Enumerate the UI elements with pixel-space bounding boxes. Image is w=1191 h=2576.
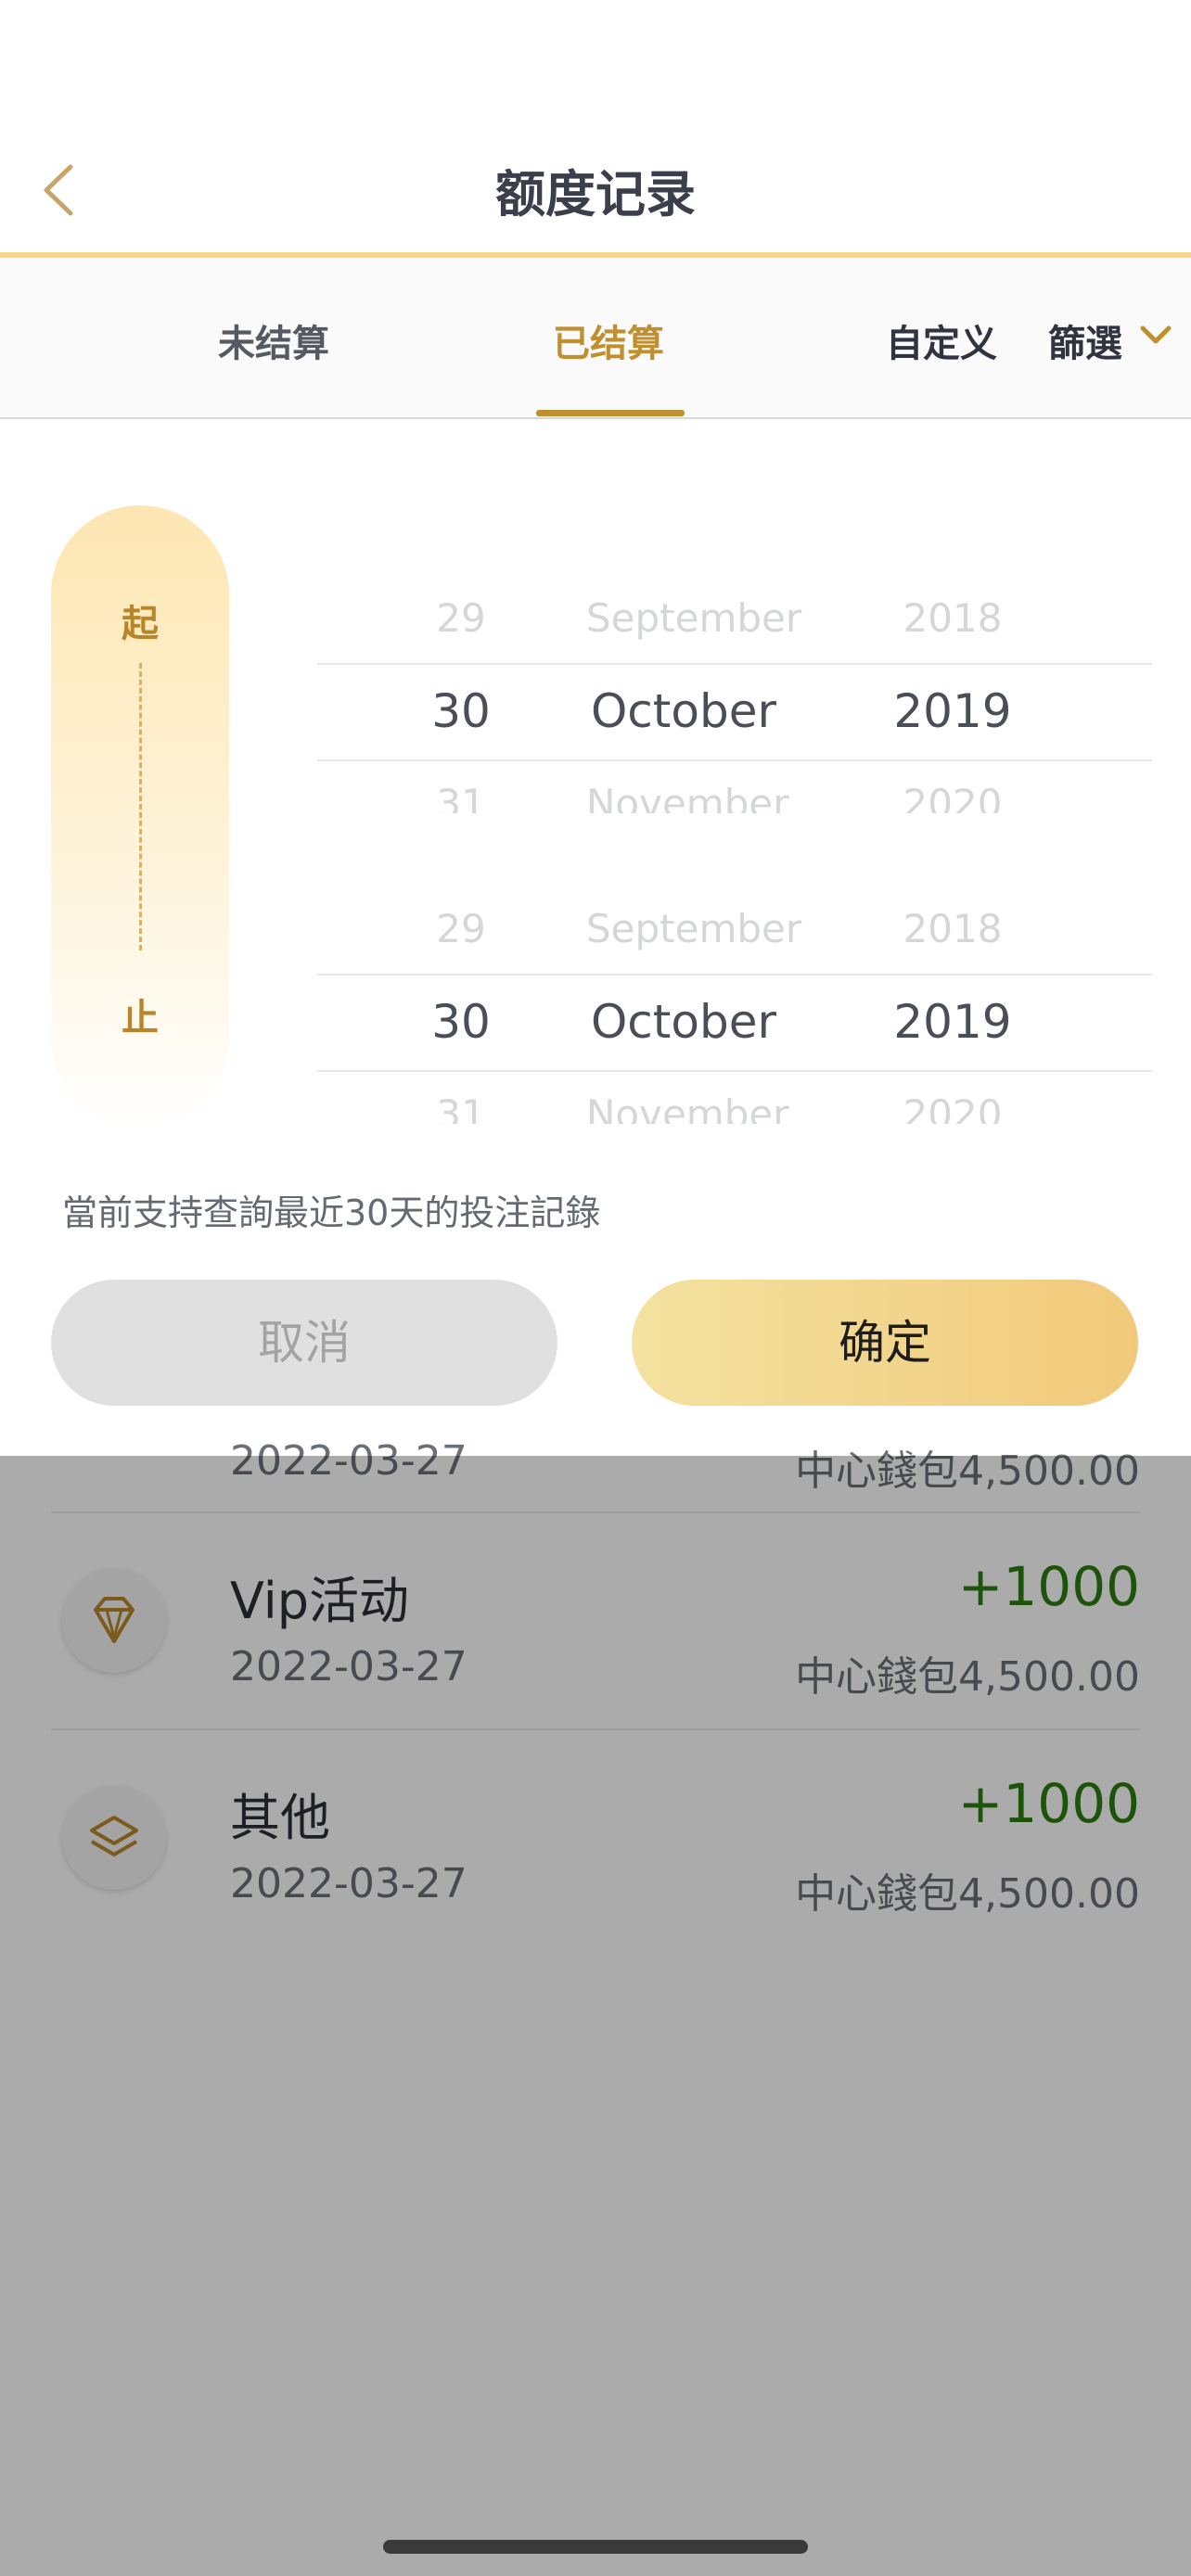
tab-settled[interactable]: 已结算 [553, 313, 664, 367]
picker-year: 2020 [903, 1091, 1003, 1124]
picker-day: 30 [431, 995, 491, 1049]
range-indicator: 起 止 [51, 505, 229, 1129]
picker-year: 2019 [893, 684, 1012, 738]
range-end-label: 止 [122, 997, 159, 1039]
picker-month: October [590, 684, 777, 738]
picker-month: November [586, 1091, 789, 1124]
range-start-label: 起 [122, 603, 159, 645]
modal-backdrop[interactable] [0, 1456, 1191, 2576]
tab-custom[interactable]: 自定义 [886, 313, 997, 367]
picker-year: 2020 [903, 781, 1003, 813]
picker-row-prev[interactable]: 29 September 2018 [317, 883, 1152, 976]
cancel-button[interactable]: 取消 [51, 1280, 557, 1406]
chevron-down-icon[interactable] [1139, 325, 1172, 347]
end-date-picker[interactable]: 29 September 2018 30 October 2019 31 Nov… [317, 883, 1152, 1124]
picker-day: 30 [431, 684, 491, 738]
picker-day: 29 [436, 595, 486, 641]
active-tab-indicator [536, 410, 685, 416]
header: 额度记录 [0, 0, 1191, 256]
picker-year: 2018 [903, 595, 1003, 641]
picker-month: September [586, 595, 802, 641]
picker-row-next[interactable]: 31 November 2020 [317, 758, 1152, 813]
picker-row-selected[interactable]: 30 October 2019 [317, 665, 1152, 758]
date-range-panel: 起 止 29 September 2018 30 October 2019 31… [0, 419, 1191, 1456]
picker-year: 2018 [903, 906, 1003, 951]
picker-row-prev[interactable]: 29 September 2018 [317, 572, 1152, 665]
query-range-note: 當前支持查詢最近30天的投注記錄 [62, 1192, 601, 1233]
picker-day: 29 [436, 906, 486, 951]
start-date-picker[interactable]: 29 September 2018 30 October 2019 31 Nov… [317, 572, 1152, 813]
home-indicator [383, 2540, 808, 2554]
filter-dropdown[interactable]: 篩選 [1048, 313, 1122, 367]
tab-unsettled[interactable]: 未结算 [218, 313, 329, 367]
picker-day: 31 [436, 781, 486, 813]
picker-row-next[interactable]: 31 November 2020 [317, 1068, 1152, 1124]
picker-month: September [586, 906, 802, 951]
picker-month: October [590, 995, 777, 1049]
page-title: 额度记录 [495, 165, 696, 223]
range-connector [139, 663, 142, 950]
picker-row-selected[interactable]: 30 October 2019 [317, 976, 1152, 1068]
tab-bar: 未结算 已结算 自定义 篩選 [0, 258, 1191, 419]
confirm-button[interactable]: 确定 [632, 1280, 1138, 1406]
picker-year: 2019 [893, 995, 1012, 1049]
picker-day: 31 [436, 1091, 486, 1124]
picker-month: November [586, 781, 789, 813]
